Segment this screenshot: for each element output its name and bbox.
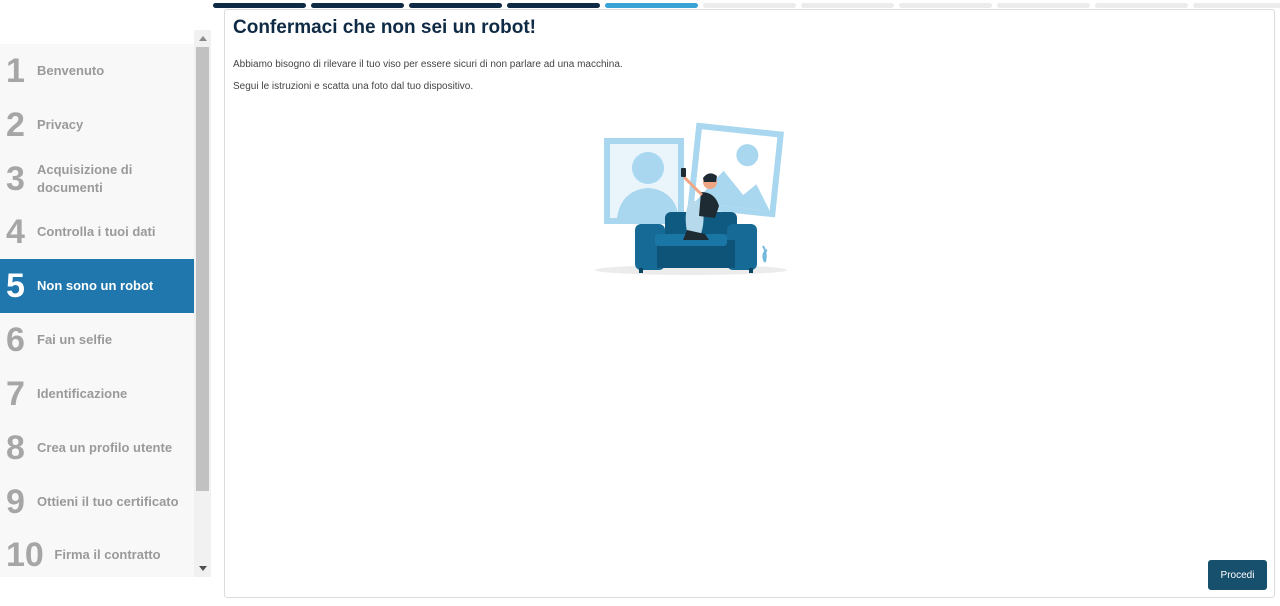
sidebar-scrollbar[interactable] xyxy=(194,30,211,577)
step-number: 1 xyxy=(6,52,25,90)
sidebar-step-9[interactable]: 9 Ottieni il tuo certificato xyxy=(0,475,194,529)
scroll-down-button[interactable] xyxy=(194,560,211,577)
proceed-button[interactable]: Procedi xyxy=(1208,560,1267,590)
step-number: 7 xyxy=(6,375,25,413)
page-title: Confermaci che non sei un robot! xyxy=(233,17,536,38)
step-number: 9 xyxy=(6,483,25,521)
progress-segment-1 xyxy=(213,3,306,8)
selfie-on-sofa-illustration xyxy=(595,122,790,280)
description-paragraph-2: Segui le istruzioni e scatta una foto da… xyxy=(233,81,474,92)
step-label: Crea un profilo utente xyxy=(37,440,173,455)
step-number: 4 xyxy=(6,213,25,251)
sidebar-step-2[interactable]: 2 Privacy xyxy=(0,98,194,152)
step-label: Privacy xyxy=(37,117,84,132)
step-label: Identificazione xyxy=(37,386,128,401)
progress-segment-9 xyxy=(997,3,1090,8)
step-number: 10 xyxy=(6,536,44,574)
sidebar-step-8[interactable]: 8 Crea un profilo utente xyxy=(0,421,194,475)
step-progress-bar xyxy=(213,3,1280,8)
arrow-up-icon xyxy=(198,36,207,41)
step-number: 2 xyxy=(6,106,25,144)
step-number: 8 xyxy=(6,429,25,467)
step-number: 5 xyxy=(6,267,25,305)
progress-segment-11 xyxy=(1193,3,1280,8)
progress-segment-2 xyxy=(311,3,404,8)
sidebar-step-5[interactable]: 5 Non sono un robot xyxy=(0,259,194,313)
progress-segment-5 xyxy=(605,3,698,8)
sidebar-step-1[interactable]: 1 Benvenuto xyxy=(0,44,194,98)
arrow-down-icon xyxy=(198,566,207,571)
scrollbar-thumb[interactable] xyxy=(196,47,209,491)
sidebar-step-10[interactable]: 10 Firma il contratto xyxy=(0,528,194,577)
sidebar-step-3[interactable]: 3 Acquisizione di documenti xyxy=(0,152,194,206)
sidebar-step-6[interactable]: 6 Fai un selfie xyxy=(0,313,194,367)
description-paragraph-1: Abbiamo bisogno di rilevare il tuo viso … xyxy=(233,59,623,70)
sidebar-step-4[interactable]: 4 Controlla i tuoi dati xyxy=(0,205,194,259)
step-label: Ottieni il tuo certificato xyxy=(37,494,179,509)
step-label: Benvenuto xyxy=(37,63,105,78)
step-label: Firma il contratto xyxy=(54,547,161,562)
progress-segment-7 xyxy=(801,3,894,8)
progress-segment-8 xyxy=(899,3,992,8)
step-label: Fai un selfie xyxy=(37,332,113,347)
step-label: Acquisizione di documenti xyxy=(37,162,133,195)
step-label: Controlla i tuoi dati xyxy=(37,224,156,239)
progress-segment-3 xyxy=(409,3,502,8)
step-number: 6 xyxy=(6,321,25,359)
progress-segment-6 xyxy=(703,3,796,8)
step-number: 3 xyxy=(6,160,25,198)
step-label: Non sono un robot xyxy=(37,278,154,293)
scroll-up-button[interactable] xyxy=(194,30,211,47)
main-card: Confermaci che non sei un robot! Abbiamo… xyxy=(224,9,1275,598)
steps-sidebar: 1 Benvenuto 2 Privacy 3 Acquisizione di … xyxy=(0,44,194,577)
sidebar-step-7[interactable]: 7 Identificazione xyxy=(0,367,194,421)
progress-segment-10 xyxy=(1095,3,1188,8)
progress-segment-4 xyxy=(507,3,600,8)
